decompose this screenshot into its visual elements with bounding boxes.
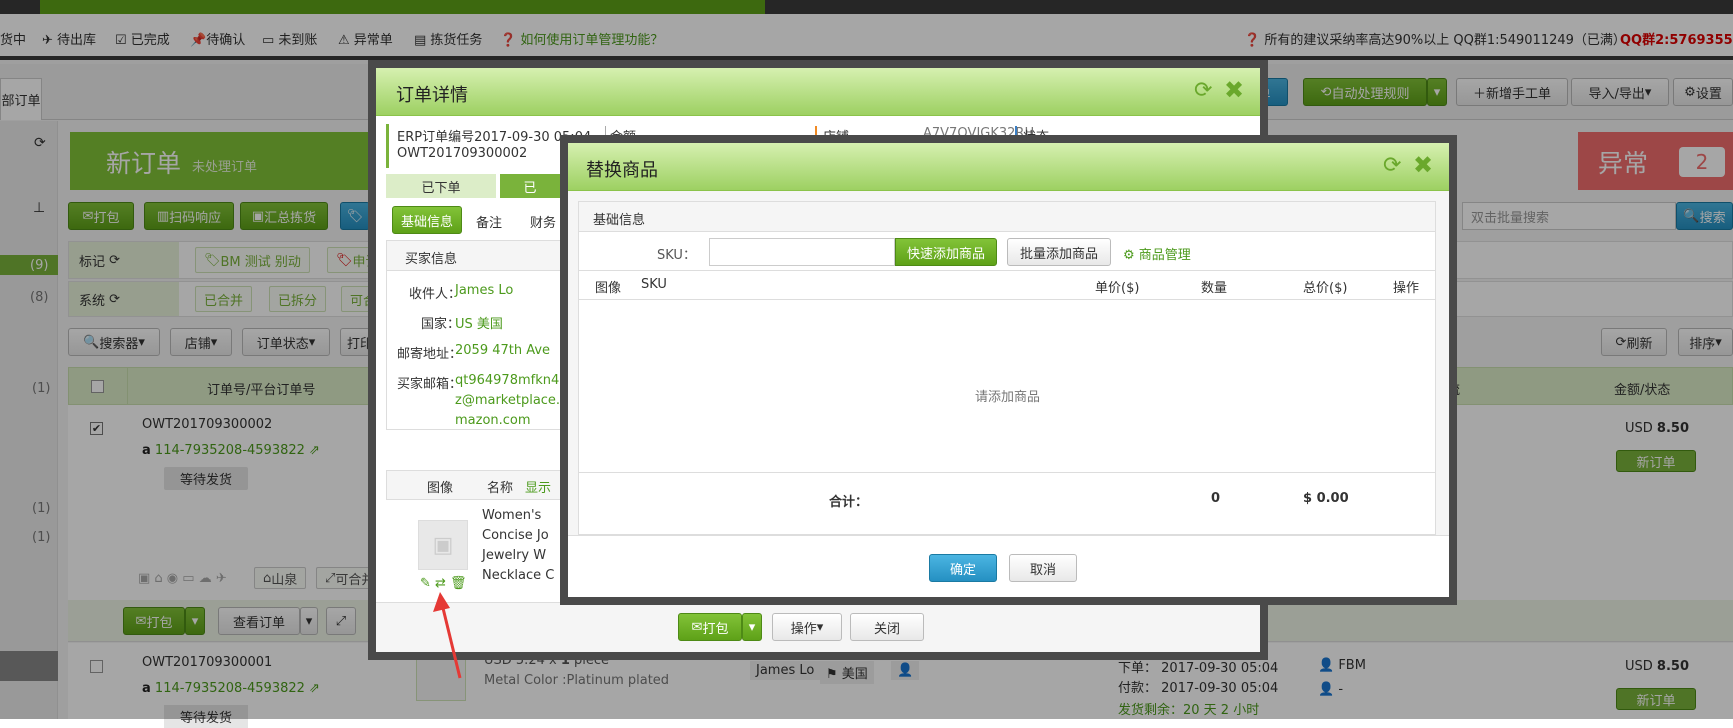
replace-product-modal: 替换商品 ⟳ ✖ 基础信息 SKU： 快速添加商品 批量添加商品 ⚙ 商品管理 …: [560, 135, 1457, 605]
email-line-1: qt964978mfkn4: [455, 373, 560, 388]
replace-section-header: 基础信息: [579, 202, 1435, 232]
recipient: James Lo: [455, 283, 514, 298]
empty-message: 请添加商品: [975, 390, 1041, 405]
buyer-section-title: 买家信息: [405, 252, 458, 267]
prod-name-2: Concise Jo: [482, 528, 549, 543]
detail-pack-button[interactable]: ✉ 打包: [678, 613, 742, 641]
replace-close-icon[interactable]: ✖: [1413, 151, 1433, 179]
detail-close-button[interactable]: 关闭: [850, 613, 924, 641]
col-name: 名称: [487, 481, 514, 496]
detail-title: 订单详情: [396, 85, 468, 106]
col-actions: 操作: [1393, 281, 1420, 296]
replace-title: 替换商品: [586, 160, 658, 181]
product-table-header: 图像 SKU 单价($) 数量 总价($) 操作: [579, 270, 1435, 300]
step-next: 已: [500, 174, 560, 198]
recipient-label: 收件人：: [409, 287, 462, 302]
replace-panel: 基础信息 SKU： 快速添加商品 批量添加商品 ⚙ 商品管理 图像 SKU 单价…: [578, 201, 1436, 535]
detail-refresh-icon[interactable]: ⟳: [1194, 78, 1212, 103]
prod-name-3: Jewelry W: [482, 548, 547, 563]
col-image: 图像: [427, 481, 454, 496]
replace-footer: 确定 取消: [568, 535, 1449, 597]
annotation-arrow: [433, 592, 462, 679]
total-row: 合计： 0 $ 0.00: [579, 472, 1435, 524]
email-line-3: mazon.com: [455, 413, 531, 428]
tab-basic-info[interactable]: 基础信息: [392, 206, 462, 234]
prod-name-1: Women's: [482, 508, 542, 523]
country: US 美国: [455, 317, 503, 332]
replace-header: 替换商品 ⟳ ✖: [568, 143, 1449, 191]
replace-body: 基础信息 SKU： 快速添加商品 批量添加商品 ⚙ 商品管理 图像 SKU 单价…: [568, 191, 1449, 535]
batch-add-button[interactable]: 批量添加商品: [1007, 238, 1111, 266]
detail-header: 订单详情 ⟳ ✖: [376, 68, 1260, 116]
col-show[interactable]: 显示: [525, 477, 551, 496]
step-ordered: 已下单: [386, 174, 496, 198]
replace-section-title: 基础信息: [593, 213, 646, 228]
detail-pack-dropdown[interactable]: ▾: [742, 613, 762, 641]
confirm-button[interactable]: 确定: [929, 554, 997, 582]
quick-add-button[interactable]: 快速添加商品: [895, 238, 997, 266]
cancel-button[interactable]: 取消: [1009, 554, 1077, 582]
product-manage-link[interactable]: ⚙ 商品管理: [1123, 244, 1191, 263]
product-thumbnail: ▣: [418, 520, 468, 570]
total-qty: 0: [1211, 491, 1221, 506]
detail-close-icon[interactable]: ✖: [1224, 76, 1244, 104]
erp-no: OWT201709300002: [397, 146, 528, 161]
sku-input[interactable]: [709, 238, 895, 266]
prod-name-4: Necklace C: [482, 568, 555, 583]
col-unit-price: 单价($): [1095, 281, 1140, 296]
email-label: 买家邮箱：: [397, 377, 463, 392]
total-label: 合计：: [829, 495, 869, 510]
detail-footer: ✉ 打包 ▾ 操作 ▾ 关闭: [376, 602, 1260, 652]
detail-operate-button[interactable]: 操作 ▾: [772, 613, 842, 641]
total-amount: $ 0.00: [1303, 491, 1349, 506]
sku-label: SKU：: [657, 248, 696, 263]
col-sku: SKU: [641, 277, 667, 292]
col-total: 总价($): [1303, 281, 1348, 296]
col-qty: 数量: [1201, 281, 1228, 296]
replace-refresh-icon[interactable]: ⟳: [1383, 153, 1401, 178]
product-action-icons[interactable]: ✎ ⇄ 🗑: [420, 576, 467, 591]
tab-remark[interactable]: 备注: [476, 212, 502, 231]
address-label: 邮寄地址：: [397, 347, 463, 362]
address: 2059 47th Ave: [455, 343, 551, 358]
col-image: 图像: [595, 281, 622, 296]
tab-finance[interactable]: 财务: [530, 212, 556, 231]
email-line-2: z@marketplace.a: [455, 393, 569, 408]
